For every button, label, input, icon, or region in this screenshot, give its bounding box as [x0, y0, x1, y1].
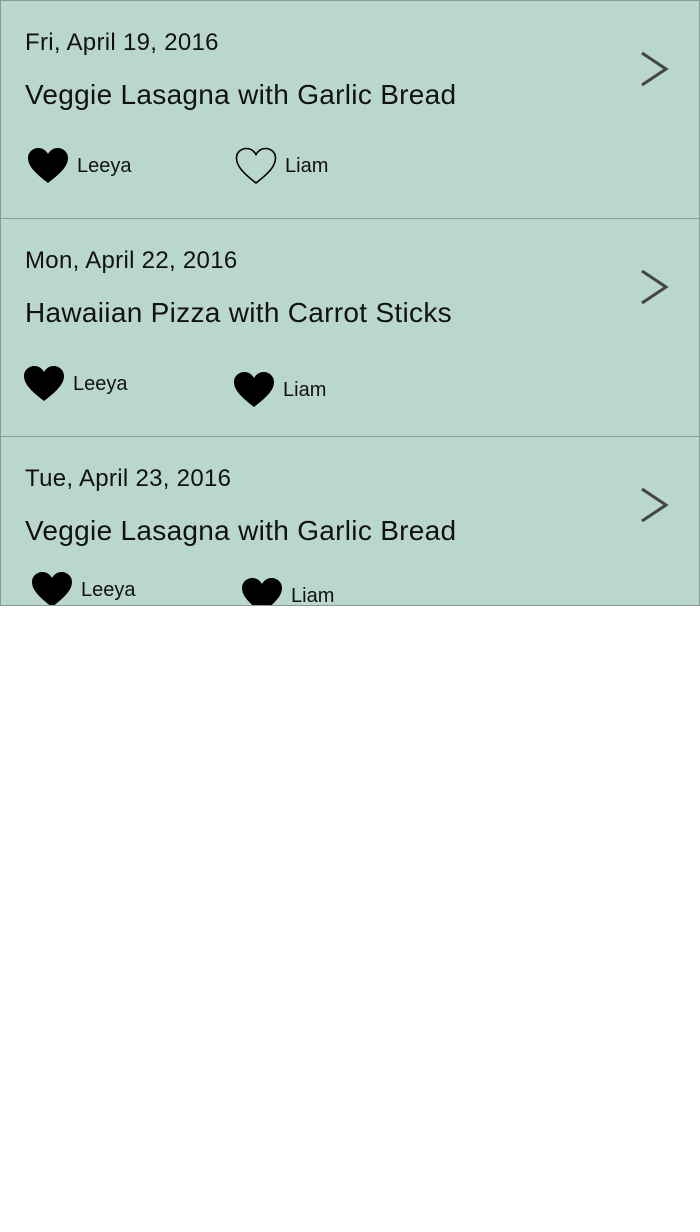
meal-row-2[interactable]: Mon, April 22, 2016 Hawaiian Pizza with …	[0, 218, 700, 437]
meal-title: Veggie Lasagna with Garlic Bread	[25, 515, 457, 546]
meal-row-3[interactable]: Tue, April 23, 2016 Veggie Lasagna with …	[0, 436, 700, 606]
heart-outline-icon	[235, 147, 277, 185]
vote-name: Liam	[291, 584, 335, 606]
meal-title: Veggie Lasagna with Garlic Bread	[25, 79, 457, 110]
chevron-right-icon[interactable]	[637, 49, 671, 89]
vote-name: Leeya	[81, 578, 136, 601]
vote-name: Leeya	[73, 372, 128, 395]
heart-filled-icon	[234, 372, 274, 407]
vote-name: Liam	[285, 154, 329, 177]
meal-date: Tue, April 23, 2016	[25, 465, 232, 492]
heart-filled-icon	[32, 572, 72, 605]
vote-liam[interactable]: Liam	[235, 147, 328, 185]
vote-liam[interactable]: Liam	[233, 371, 326, 409]
heart-filled-icon	[24, 366, 64, 401]
vote-name: Leeya	[77, 154, 132, 177]
meal-date: Mon, April 22, 2016	[25, 247, 238, 274]
vote-leeya[interactable]: Leeya	[27, 147, 132, 185]
heart-filled-icon	[242, 578, 282, 605]
meal-row-1[interactable]: Fri, April 19, 2016 Veggie Lasagna with …	[0, 0, 700, 219]
meal-date: Fri, April 19, 2016	[25, 29, 219, 56]
chevron-right-icon[interactable]	[637, 267, 671, 307]
meal-title: Hawaiian Pizza with Carrot Sticks	[25, 297, 452, 328]
vote-leeya[interactable]: Leeya	[23, 365, 128, 403]
chevron-right-icon[interactable]	[637, 485, 671, 525]
heart-filled-icon	[28, 148, 68, 183]
vote-leeya[interactable]: Leeya	[31, 571, 136, 605]
vote-liam[interactable]: Liam	[241, 577, 335, 606]
vote-name: Liam	[283, 378, 327, 401]
